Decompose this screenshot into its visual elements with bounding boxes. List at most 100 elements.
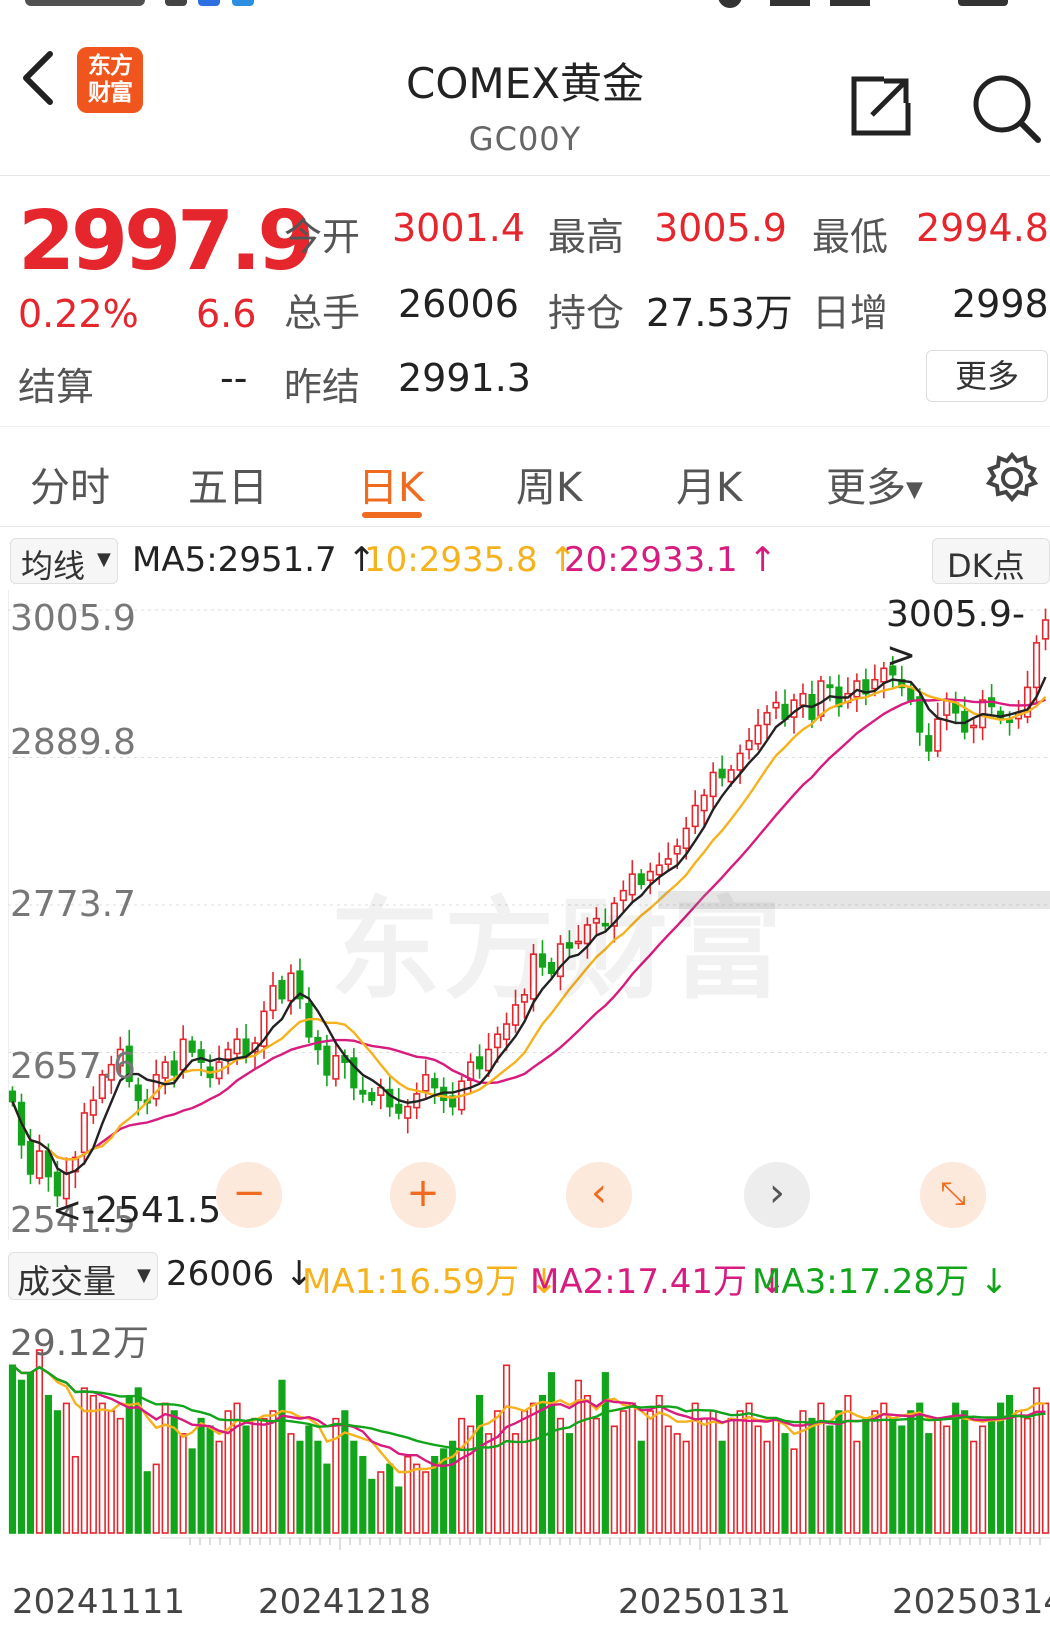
volume-bar <box>610 1425 618 1534</box>
fullscreen-button[interactable]: ⤡ <box>920 1162 986 1228</box>
scroll-right-button[interactable]: › <box>744 1162 810 1228</box>
ma5-value: MA5:2951.7 ↑ <box>132 540 376 580</box>
volume-bar <box>781 1433 789 1534</box>
chevron-left-icon: ‹ <box>591 1170 607 1216</box>
candle-body <box>709 771 717 798</box>
tab-daily-k[interactable]: 日K <box>358 455 424 513</box>
volume-bar <box>808 1417 816 1534</box>
volume-bar <box>296 1440 304 1534</box>
tab-more[interactable]: 更多▼ <box>826 455 923 513</box>
prev-settle-label: 昨结 <box>284 365 361 409</box>
volume-bar <box>709 1410 717 1534</box>
candle-body <box>1005 719 1014 723</box>
volume-bar <box>1014 1410 1023 1534</box>
volume-bar <box>413 1463 421 1534</box>
high-value: 3005.9 <box>654 206 787 250</box>
volume-bar <box>682 1440 690 1534</box>
x-date-label: 20250131 <box>618 1582 792 1622</box>
ma-selector-label: 均线 <box>21 547 86 585</box>
volume-bar <box>763 1440 771 1534</box>
settle-value: -- <box>220 356 248 400</box>
tab-monthly-k[interactable]: 月K <box>676 455 742 513</box>
search-button[interactable] <box>970 72 1042 148</box>
volume-legend-value: 26006 ↓ <box>166 1254 314 1294</box>
candle-body <box>134 1084 142 1102</box>
back-button[interactable] <box>18 48 58 108</box>
volume-bar <box>754 1425 762 1534</box>
candle-body <box>700 794 708 812</box>
tab-weekly-k[interactable]: 周K <box>516 455 582 513</box>
volume-bar <box>476 1394 484 1534</box>
ma10-value: 10:2935.8 ↑ <box>364 540 577 580</box>
candle-body <box>161 1061 169 1079</box>
candle-body <box>970 724 978 729</box>
volume-bar <box>107 1410 115 1534</box>
y-tick-label: 2657.6 <box>10 1046 136 1087</box>
low-value: 2994.8 <box>916 206 1049 250</box>
volume-selector[interactable]: 成交量 ▼ <box>8 1252 158 1301</box>
scroll-left-button[interactable]: ‹ <box>566 1162 632 1228</box>
candle-body <box>727 769 735 783</box>
ma-selector[interactable]: 均线 ▼ <box>10 538 118 585</box>
open-label: 今开 <box>284 215 361 259</box>
volume-bar <box>458 1417 466 1534</box>
candle-body <box>745 739 753 751</box>
caret-down-icon: ▼ <box>137 1265 151 1286</box>
settings-button[interactable] <box>985 451 1039 508</box>
zoom-in-button[interactable]: + <box>390 1162 456 1228</box>
tab-more-label: 更多 <box>826 465 906 511</box>
share-button[interactable] <box>850 75 912 141</box>
volume-bar <box>368 1478 376 1534</box>
volume-bar <box>700 1417 708 1534</box>
dk-point-button[interactable]: DK点 <box>932 538 1050 585</box>
volume-bar <box>853 1440 861 1534</box>
volume-bar <box>17 1379 26 1534</box>
volume-bar <box>44 1394 53 1534</box>
volume-bar <box>260 1417 268 1534</box>
candle-body <box>422 1074 430 1092</box>
tab-five-day[interactable]: 五日 <box>188 455 268 513</box>
volume-bar <box>898 1425 906 1534</box>
candle-body <box>404 1105 412 1119</box>
high-label: 最高 <box>548 215 625 259</box>
volume-bar <box>889 1417 897 1534</box>
candle-body <box>26 1140 35 1175</box>
volume-bar <box>161 1402 169 1534</box>
candle-body <box>332 1055 340 1080</box>
volume-bar <box>35 1349 44 1534</box>
volume-bar <box>934 1417 942 1534</box>
x-axis-ticks <box>160 1537 1050 1550</box>
brand-logo: 东方 财富 <box>77 47 143 113</box>
candle-body <box>682 827 690 850</box>
candle-body <box>907 687 915 701</box>
volume-selector-label: 成交量 <box>17 1262 116 1301</box>
tab-intraday[interactable]: 分时 <box>30 455 110 513</box>
candle-body <box>943 699 951 716</box>
candle-body <box>242 1038 250 1057</box>
candle-body <box>826 684 834 689</box>
volume-chart[interactable] <box>8 1305 1050 1535</box>
change-percent: 0.22% <box>18 292 139 336</box>
prev-settle-value: 2991.3 <box>398 356 531 400</box>
volume-bar <box>152 1463 160 1534</box>
chevron-left-icon <box>23 51 53 105</box>
volume-bar <box>359 1455 367 1534</box>
volume-bar <box>62 1402 70 1534</box>
x-date-label: 20250314 <box>892 1582 1050 1622</box>
volume-bar <box>925 1433 933 1534</box>
candle-body <box>925 735 933 752</box>
volume-label: 总手 <box>284 291 361 335</box>
volume-bar <box>520 1410 529 1534</box>
volume-bar <box>8 1364 17 1534</box>
candle-body <box>799 692 807 706</box>
volume-bar <box>988 1417 996 1534</box>
volume-bar <box>601 1372 609 1534</box>
volume-bar <box>835 1410 843 1534</box>
more-quote-button[interactable]: 更多 <box>926 350 1048 402</box>
active-tab-indicator <box>362 512 422 518</box>
expand-icon: ⤡ <box>940 1174 966 1212</box>
candle-body <box>772 701 780 709</box>
volume-bar <box>98 1402 106 1534</box>
volume-bar <box>745 1402 753 1534</box>
zoom-out-button[interactable]: − <box>216 1162 282 1228</box>
